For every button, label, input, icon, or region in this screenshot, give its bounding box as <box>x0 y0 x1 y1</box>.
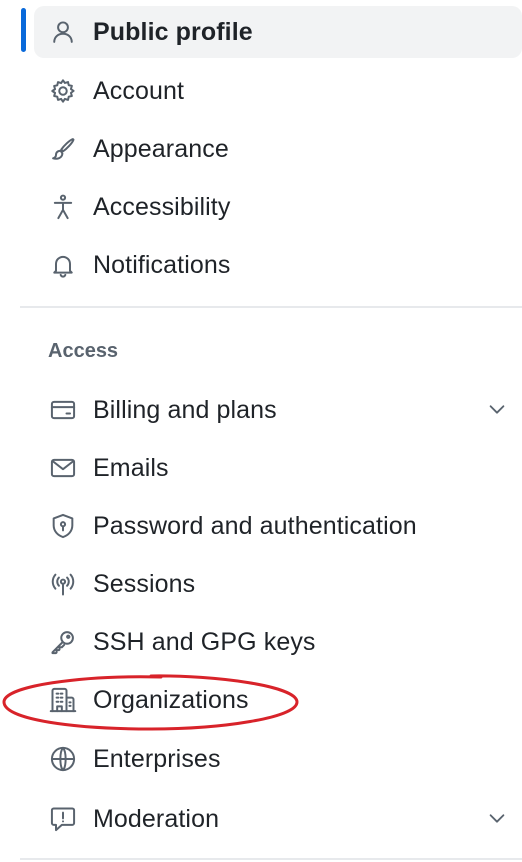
sidebar-item-label: Accessibility <box>93 192 231 221</box>
sidebar-item-billing[interactable]: Billing and plans <box>34 384 522 436</box>
sidebar-item-sessions[interactable]: Sessions <box>34 558 522 610</box>
sidebar-item-label: Organizations <box>93 685 249 714</box>
sidebar-item-label: SSH and GPG keys <box>93 627 316 656</box>
sidebar-item-label: Appearance <box>93 134 229 163</box>
sidebar-item-organizations[interactable]: Organizations <box>34 674 522 726</box>
sidebar-item-notifications[interactable]: Notifications <box>34 239 522 291</box>
sidebar-item-label: Account <box>93 76 185 105</box>
globe-icon <box>48 744 78 774</box>
sidebar-item-label: Public profile <box>93 17 253 46</box>
sidebar-item-label: Notifications <box>93 250 231 279</box>
sidebar-item-label: Enterprises <box>93 744 221 773</box>
sidebar-item-label: Password and authentication <box>93 511 417 540</box>
chevron-down-icon[interactable] <box>486 807 508 829</box>
active-indicator <box>21 8 26 52</box>
sidebar-item-label: Sessions <box>93 569 196 598</box>
paintbrush-icon <box>48 134 78 164</box>
person-icon <box>48 17 78 47</box>
sidebar-item-public-profile[interactable]: Public profile <box>34 6 522 58</box>
broadcast-icon <box>48 569 78 599</box>
sidebar-item-ssh-gpg-keys[interactable]: SSH and GPG keys <box>34 616 522 668</box>
key-icon <box>48 627 78 657</box>
sidebar-item-moderation[interactable]: Moderation <box>34 793 522 845</box>
accessibility-icon <box>48 192 78 222</box>
section-title-access: Access <box>48 340 119 362</box>
sidebar-item-account[interactable]: Account <box>34 65 522 117</box>
bell-icon <box>48 250 78 280</box>
section-divider <box>20 306 522 308</box>
sidebar-item-accessibility[interactable]: Accessibility <box>34 181 522 233</box>
sidebar-item-appearance[interactable]: Appearance <box>34 123 522 175</box>
section-divider <box>20 858 522 860</box>
report-icon <box>48 804 78 834</box>
sidebar-item-label: Emails <box>93 453 169 482</box>
sidebar-item-enterprises[interactable]: Enterprises <box>34 733 522 785</box>
shield-lock-icon <box>48 511 78 541</box>
credit-card-icon <box>48 395 78 425</box>
organization-icon <box>48 685 78 715</box>
chevron-down-icon[interactable] <box>486 398 508 420</box>
settings-sidebar: Public profile Account Appearance Access… <box>0 0 522 862</box>
mail-icon <box>48 453 78 483</box>
gear-icon <box>48 76 78 106</box>
sidebar-item-password-authentication[interactable]: Password and authentication <box>34 500 522 552</box>
sidebar-item-label: Moderation <box>93 804 220 833</box>
sidebar-item-label: Billing and plans <box>93 395 277 424</box>
sidebar-item-emails[interactable]: Emails <box>34 442 522 494</box>
